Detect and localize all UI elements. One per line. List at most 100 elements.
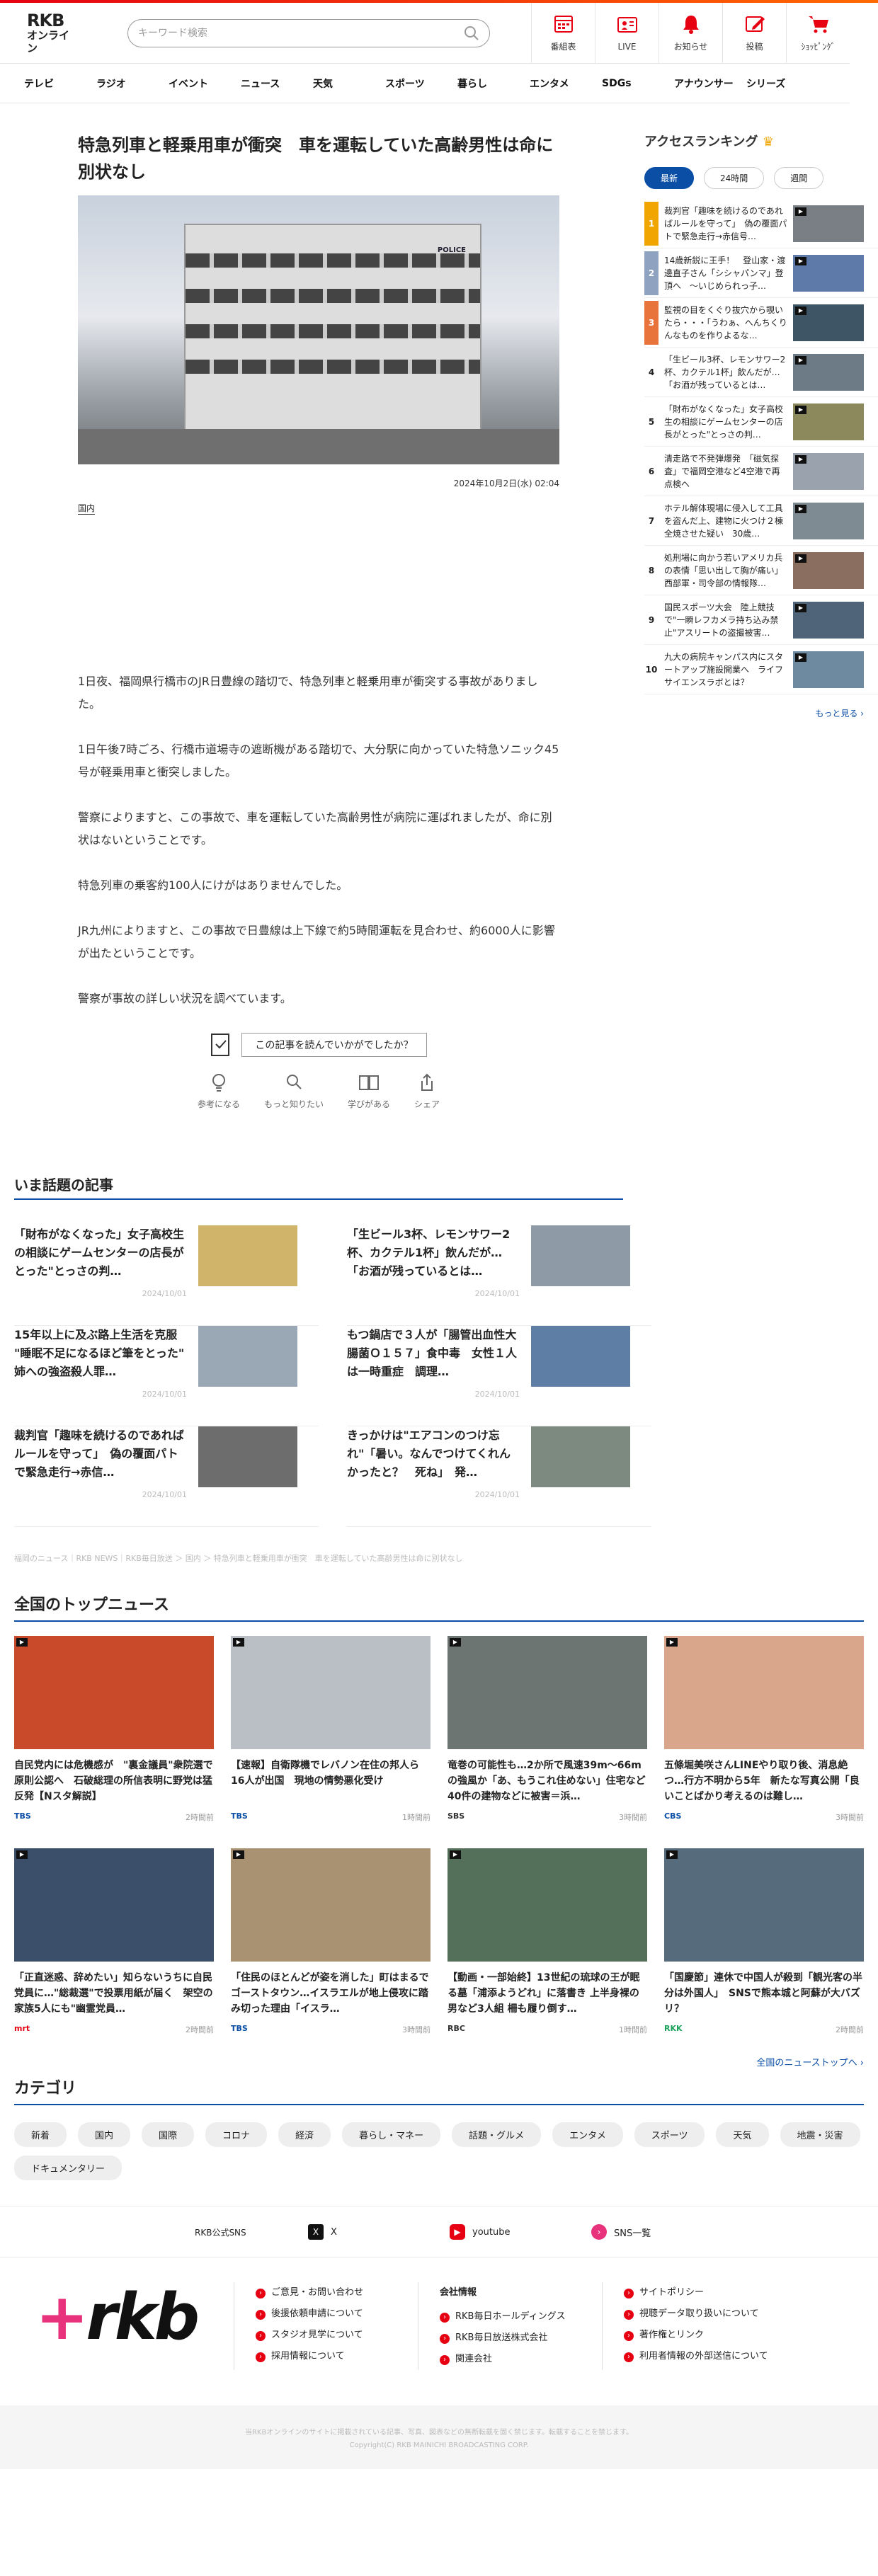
tab-latest[interactable]: 最新: [644, 167, 695, 189]
news-card[interactable]: ▶ 【速報】自衛隊機でレバノン在住の邦人ら16人が出国 現地の情勢悪化受け TBS 1…: [231, 1636, 431, 1823]
news-card[interactable]: ▶ 自民党内には危機感が "裏金議員"衆院選で原則公認へ 石破総理の所信表明に野党…: [14, 1636, 214, 1823]
footer-link[interactable]: RKB毎日ホールディングス: [440, 2306, 581, 2328]
notice-label: お知らせ: [673, 42, 708, 52]
news-card[interactable]: ▶ 「住民のほとんどが姿を消した」町はまるでゴーストタウン…イスラエルが地上侵攻に…: [231, 1848, 431, 2035]
category-chip[interactable]: 地震・災害: [780, 2122, 860, 2147]
nav-item-weather[interactable]: 天気: [313, 76, 385, 91]
nav-item-sports[interactable]: スポーツ: [385, 76, 457, 91]
news-card[interactable]: ▶ 【動画・一部始終】13世紀の琉球の王が眠る墓「浦添ようどれ」に落書き 上半身裸…: [447, 1848, 647, 2035]
play-icon: ▶: [666, 1850, 678, 1859]
top-news-title: 全国のトップニュース: [14, 1592, 864, 1622]
category-chip[interactable]: 天気: [716, 2122, 769, 2147]
hot-topic-item[interactable]: 「生ビール3杯、レモンサワー2杯、カクテル1杯」飲んだが…「お酒が残っているとは…: [347, 1225, 651, 1326]
hot-topic-item[interactable]: 裁判官「趣味を続けるのであればルールを守って」 偽の覆面パトで緊急走行→赤信… 2…: [14, 1426, 319, 1527]
nav-item-sdgs[interactable]: SDGs: [602, 78, 674, 89]
reaction-more-button[interactable]: もっと知りたい: [264, 1072, 324, 1110]
nav-item-tv[interactable]: テレビ: [24, 76, 96, 91]
footer-link[interactable]: スタジオ見学について: [256, 2325, 397, 2346]
rank-number: 7: [648, 515, 655, 526]
footer-link[interactable]: 利用者情報の外部送信について: [624, 2346, 793, 2367]
category-chip[interactable]: 新着: [14, 2122, 67, 2147]
footer-link[interactable]: 関連会社: [440, 2349, 581, 2370]
nav-item-entame[interactable]: エンタメ: [530, 76, 602, 91]
article-paragraph: JR九州によりますと、この事故で日豊線は上下線で約5時間運転を見合わせ、約600…: [78, 924, 555, 960]
category-chip[interactable]: 国内: [78, 2122, 131, 2147]
news-source: CBS: [664, 1811, 682, 1821]
search-box: [127, 18, 490, 47]
news-source: RBC: [447, 2024, 465, 2033]
shopping-button[interactable]: ｼｮｯﾋﾟﾝｸﾞ: [786, 2, 850, 64]
sns-x-link[interactable]: XX: [308, 2224, 450, 2240]
live-button[interactable]: LIVE: [595, 2, 658, 64]
category-chip[interactable]: 話題・グルメ: [452, 2122, 542, 2147]
site-logo[interactable]: RKB オンライン: [0, 12, 78, 55]
top-news-more-link[interactable]: 全国のニューストップへ ›: [14, 2055, 864, 2068]
reaction-learn-button[interactable]: 学びがある: [348, 1072, 390, 1110]
article-paragraph: 警察が事故の詳しい状況を調べています。: [78, 992, 292, 1005]
news-card[interactable]: ▶ 「国慶節」連休で中国人が殺到「観光客の半分は外国人」 SNSで熊本城と阿蘇が大…: [664, 1848, 864, 2035]
article-paragraph: 警察によりますと、この事故で、車を運転していた高齢男性が病院に運ばれましたが、命…: [78, 811, 552, 847]
hot-topic-item[interactable]: もつ鍋店で３人が「腸管出血性大腸菌Ｏ１５７」食中毒 女性１人は一時重症 調理… 2…: [347, 1326, 651, 1426]
nav-item-radio[interactable]: ラジオ: [96, 76, 169, 91]
program-guide-button[interactable]: 番組表: [531, 2, 595, 64]
search-icon[interactable]: [464, 25, 479, 41]
sns-list-link[interactable]: › SNS一覧: [591, 2224, 733, 2240]
search-input[interactable]: [138, 27, 435, 39]
article-tag[interactable]: 国内: [78, 502, 96, 515]
category-chip[interactable]: スポーツ: [634, 2122, 705, 2147]
category-chip[interactable]: 暮らし・マネー: [342, 2122, 441, 2147]
news-source: SBS: [447, 1811, 465, 1821]
news-card[interactable]: ▶ 五條堀美咲さんLINEやり取り後、消息絶つ…行方不明から5年 新たな写真公開「…: [664, 1636, 864, 1823]
ranking-item[interactable]: 8 処刑場に向かう若いアメリカ兵の表情「思い出して胸が痛い」西部軍・司令部の情報隊…: [644, 546, 878, 595]
hot-topic-item[interactable]: 15年以上に及ぶ路上生活を克服 "睡眠不足になるほど筆をとった" 姉への強盗殺人…: [14, 1326, 319, 1426]
nav-item-life[interactable]: 暮らし: [457, 76, 530, 91]
tab-weekly[interactable]: 週間: [774, 167, 824, 189]
footer-link[interactable]: RKB毎日放送株式会社: [440, 2328, 581, 2349]
nav-item-news[interactable]: ニュース: [241, 76, 313, 91]
rank-thumbnail: ▶: [793, 304, 864, 341]
footer-link[interactable]: ご意見・お問い合わせ: [256, 2282, 397, 2303]
news-card[interactable]: ▶ 「正直迷惑、辞めたい」知らないうちに自民党員に…"総裁選"で投票用紙が届く 架…: [14, 1848, 214, 2035]
category-chip[interactable]: コロナ: [205, 2122, 268, 2147]
hot-topic-thumbnail: [198, 1225, 297, 1286]
nav-item-series[interactable]: シリーズ: [746, 76, 819, 91]
hot-topic-item[interactable]: きっかけは"エアコンのつけ忘れ"「暑い。なんでつけてくれんかったと？ 死ね」 発…: [347, 1426, 651, 1527]
ranking-item[interactable]: 4 「生ビール3杯、レモンサワー2杯、カクテル1杯」飲んだが…「お酒が残っていると…: [644, 348, 878, 397]
news-headline: 【動画・一部始終】13世紀の琉球の王が眠る墓「浦添ようどれ」に落書き 上半身裸の…: [447, 1972, 640, 2015]
ranking-item[interactable]: 2 14歳新鋭に王手！ 登山家・渡邊直子さん「シシャパンマ」登頂へ 〜いじめられっ…: [644, 248, 878, 298]
news-image: ▶: [231, 1636, 431, 1749]
category-chip[interactable]: 国際: [142, 2122, 195, 2147]
footer-link[interactable]: サイトポリシー: [624, 2282, 793, 2303]
logo-main: RKB: [27, 10, 64, 30]
rank-number: 8: [648, 565, 655, 576]
footer-link[interactable]: 後援依頼申請について: [256, 2303, 397, 2325]
ranking-item[interactable]: 7 ホテル解体現場に侵入して工具を盗んだ上、建物に火つけ２棟全焼させた疑い 30歳…: [644, 496, 878, 546]
footer-logo[interactable]: +rkb: [35, 2282, 234, 2370]
ranking-item[interactable]: 5 「財布がなくなった」女子高校生の相談にゲームセンターの店長がとった"とっさの判…: [644, 397, 878, 447]
notice-button[interactable]: お知らせ: [658, 2, 722, 64]
tab-24h[interactable]: 24時間: [704, 167, 765, 189]
reaction-share-button[interactable]: シェア: [414, 1072, 440, 1110]
ranking-item[interactable]: 6 清走路で不発弾爆発 「磁気探査」で福岡空港など4空港で再点検へ ▶: [644, 447, 878, 496]
ranking-more-link[interactable]: もっと見る ›: [644, 707, 878, 719]
rank-thumbnail: ▶: [793, 205, 864, 242]
category-chip[interactable]: ドキュメンタリー: [14, 2156, 122, 2180]
ranking-item[interactable]: 9 国民スポーツ大会 陸上競技で"一瞬レフカメラ持ち込み禁止"アスリートの盗撮被害…: [644, 595, 878, 645]
category-chip[interactable]: エンタメ: [552, 2122, 623, 2147]
ranking-item[interactable]: 1 裁判官「趣味を続けるのであればルールを守って」 偽の覆面パトで緊急走行→赤信号…: [644, 199, 878, 248]
magnifier-icon: [286, 1075, 302, 1089]
ranking-item[interactable]: 3 監視の目をくぐり抜穴から覗いたら・・・「うわぁ、へんちくりんなものを作りよるな…: [644, 298, 878, 348]
ranking-item[interactable]: 10 九大の病院キャンパス内にスタートアップ施設開業へ ライフサイエンスラボとは？…: [644, 645, 878, 694]
hot-topic-thumbnail: [531, 1426, 630, 1487]
reaction-helpful-button[interactable]: 参考になる: [198, 1072, 240, 1110]
footer-link[interactable]: 採用情報について: [256, 2346, 397, 2367]
nav-item-event[interactable]: イベント: [169, 76, 241, 91]
sns-youtube-link[interactable]: ▶ youtube: [450, 2224, 591, 2240]
news-card[interactable]: ▶ 竜巻の可能性も…2か所で風速39m～66mの強風か「あ、もうこれ住めない」住宅…: [447, 1636, 647, 1823]
nav-item-announcer[interactable]: アナウンサー: [674, 76, 746, 91]
footer-link[interactable]: 著作権とリンク: [624, 2325, 793, 2346]
category-chip[interactable]: 経済: [278, 2122, 331, 2147]
hot-topic-item[interactable]: 「財布がなくなった」女子高校生の相談にゲームセンターの店長がとった"とっさの判……: [14, 1225, 319, 1326]
footer-link[interactable]: 視聴データ取り扱いについて: [624, 2303, 793, 2325]
post-button[interactable]: 投稿: [722, 2, 786, 64]
